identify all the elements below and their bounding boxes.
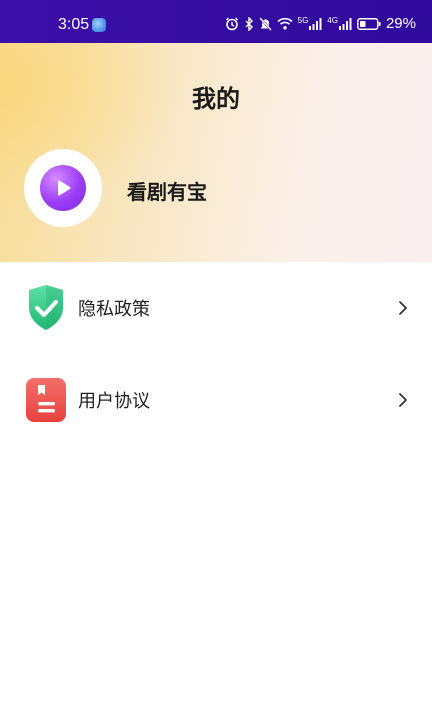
app-notification-icon xyxy=(92,18,106,32)
play-icon xyxy=(40,165,86,211)
status-icons: 5G 4G 29% xyxy=(225,15,416,32)
bluetooth-icon xyxy=(245,16,253,31)
menu-item-privacy-policy[interactable]: 隐私政策 xyxy=(0,262,432,354)
wifi-icon xyxy=(277,17,293,30)
profile-header: 我的 看剧有宝 xyxy=(0,43,432,262)
mute-bell-icon xyxy=(258,16,272,31)
battery-icon xyxy=(356,17,381,30)
menu-item-label: 用户协议 xyxy=(78,391,150,412)
menu-item-label: 隐私政策 xyxy=(78,299,150,320)
network-type-2: 4G xyxy=(327,16,338,25)
app-name: 看剧有宝 xyxy=(127,180,207,204)
battery-percent: 29% xyxy=(385,15,416,32)
page-title: 我的 xyxy=(192,85,240,113)
status-time: 3:05 xyxy=(58,16,90,33)
network-type-1: 5G xyxy=(297,16,309,25)
shield-check-icon xyxy=(29,285,63,330)
status-bar: 3:05 5G 4G 29% xyxy=(0,0,432,43)
chevron-right-icon xyxy=(399,393,407,407)
document-icon xyxy=(26,378,66,422)
menu-item-user-agreement[interactable]: 用户协议 xyxy=(0,354,432,446)
signal-icon-2 xyxy=(338,17,352,30)
avatar[interactable] xyxy=(24,149,102,227)
signal-icon-1 xyxy=(309,17,322,30)
alarm-icon xyxy=(225,17,238,30)
chevron-right-icon xyxy=(399,301,407,315)
